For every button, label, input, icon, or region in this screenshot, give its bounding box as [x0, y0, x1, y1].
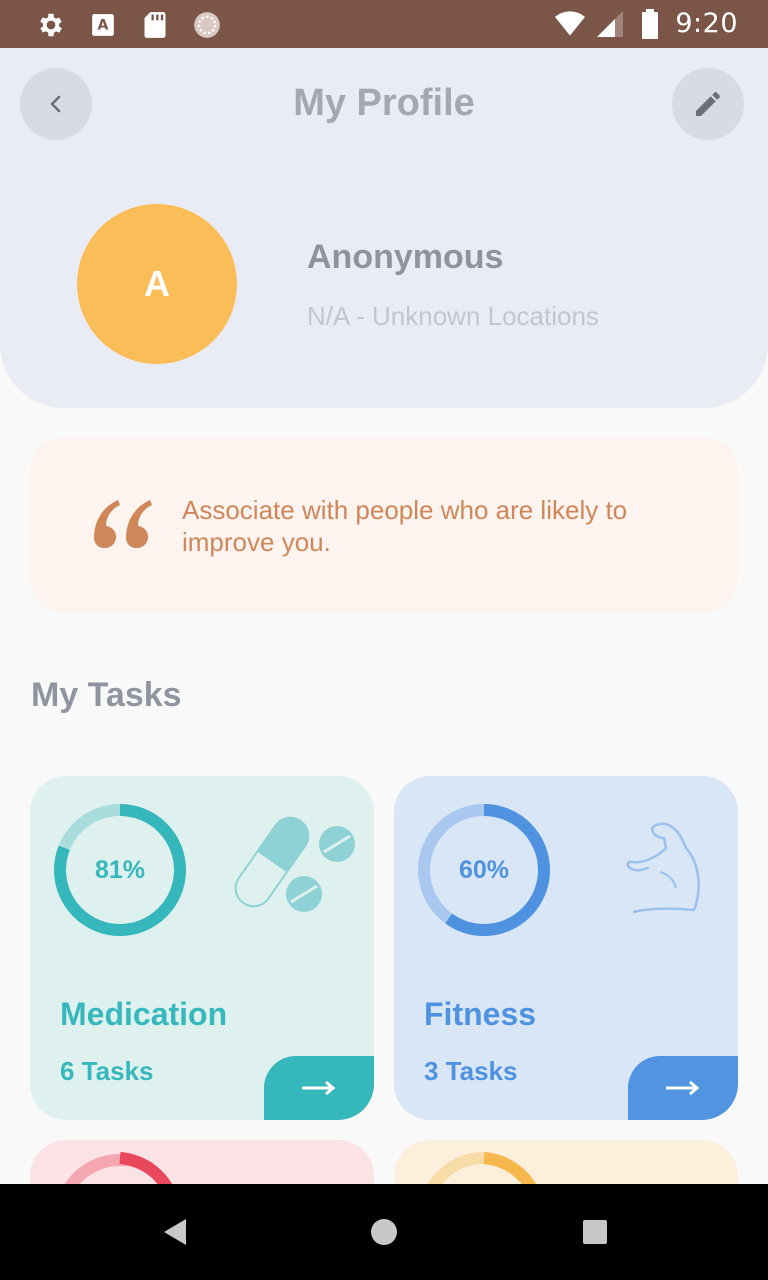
task-count: 3 Tasks [424, 1056, 518, 1086]
task-card-medication[interactable]: 81% Medication 6 Tasks [30, 776, 374, 1120]
arrow-right-icon [302, 1080, 336, 1096]
font-a-icon: A [88, 10, 118, 40]
home-circle-icon [371, 1219, 397, 1245]
wifi-icon [555, 9, 586, 39]
battery-icon [635, 8, 665, 39]
task-card-fitness[interactable]: 60% Fitness 3 Tasks [394, 776, 738, 1120]
open-medication-button[interactable] [264, 1056, 374, 1120]
user-name: Anonymous [307, 238, 504, 276]
progress-label: 81% [94, 855, 146, 884]
recents-square-icon [583, 1220, 607, 1244]
user-location: N/A - Unknown Locations [307, 301, 599, 331]
pills-icon [234, 816, 355, 912]
edit-profile-button[interactable] [672, 68, 744, 140]
section-title-my-tasks: My Tasks [31, 676, 182, 714]
quote-card: Associate with people who are likely to … [30, 438, 738, 612]
progress-label: 60% [458, 855, 510, 884]
gear-icon [36, 10, 66, 40]
quote-icon [94, 500, 152, 548]
pencil-icon [696, 91, 721, 116]
nav-home-button[interactable] [366, 1214, 402, 1250]
page-title: My Profile [293, 82, 475, 124]
system-nav-bar [0, 1184, 768, 1280]
task-title: Medication [60, 996, 228, 1032]
sync-icon [192, 10, 222, 40]
quote-text: Associate with people who are likely to … [182, 495, 628, 557]
open-fitness-button[interactable] [628, 1056, 738, 1120]
task-count: 6 Tasks [60, 1056, 154, 1086]
avatar[interactable]: A [77, 204, 237, 364]
sd-card-icon [140, 10, 170, 40]
task-title: Fitness [424, 996, 537, 1032]
signal-icon [595, 9, 625, 39]
status-bar: A 9:20 [0, 0, 768, 48]
nav-back-button[interactable] [156, 1214, 192, 1250]
status-time: 9:20 [675, 8, 738, 39]
profile-header: My Profile A Anonymous N/A - Unknown Loc… [0, 48, 768, 408]
svg-text:A: A [98, 17, 109, 33]
arrow-right-icon [666, 1080, 700, 1096]
muscle-arm-icon [626, 822, 700, 914]
nav-recents-button[interactable] [577, 1214, 613, 1250]
back-triangle-icon [164, 1219, 186, 1245]
